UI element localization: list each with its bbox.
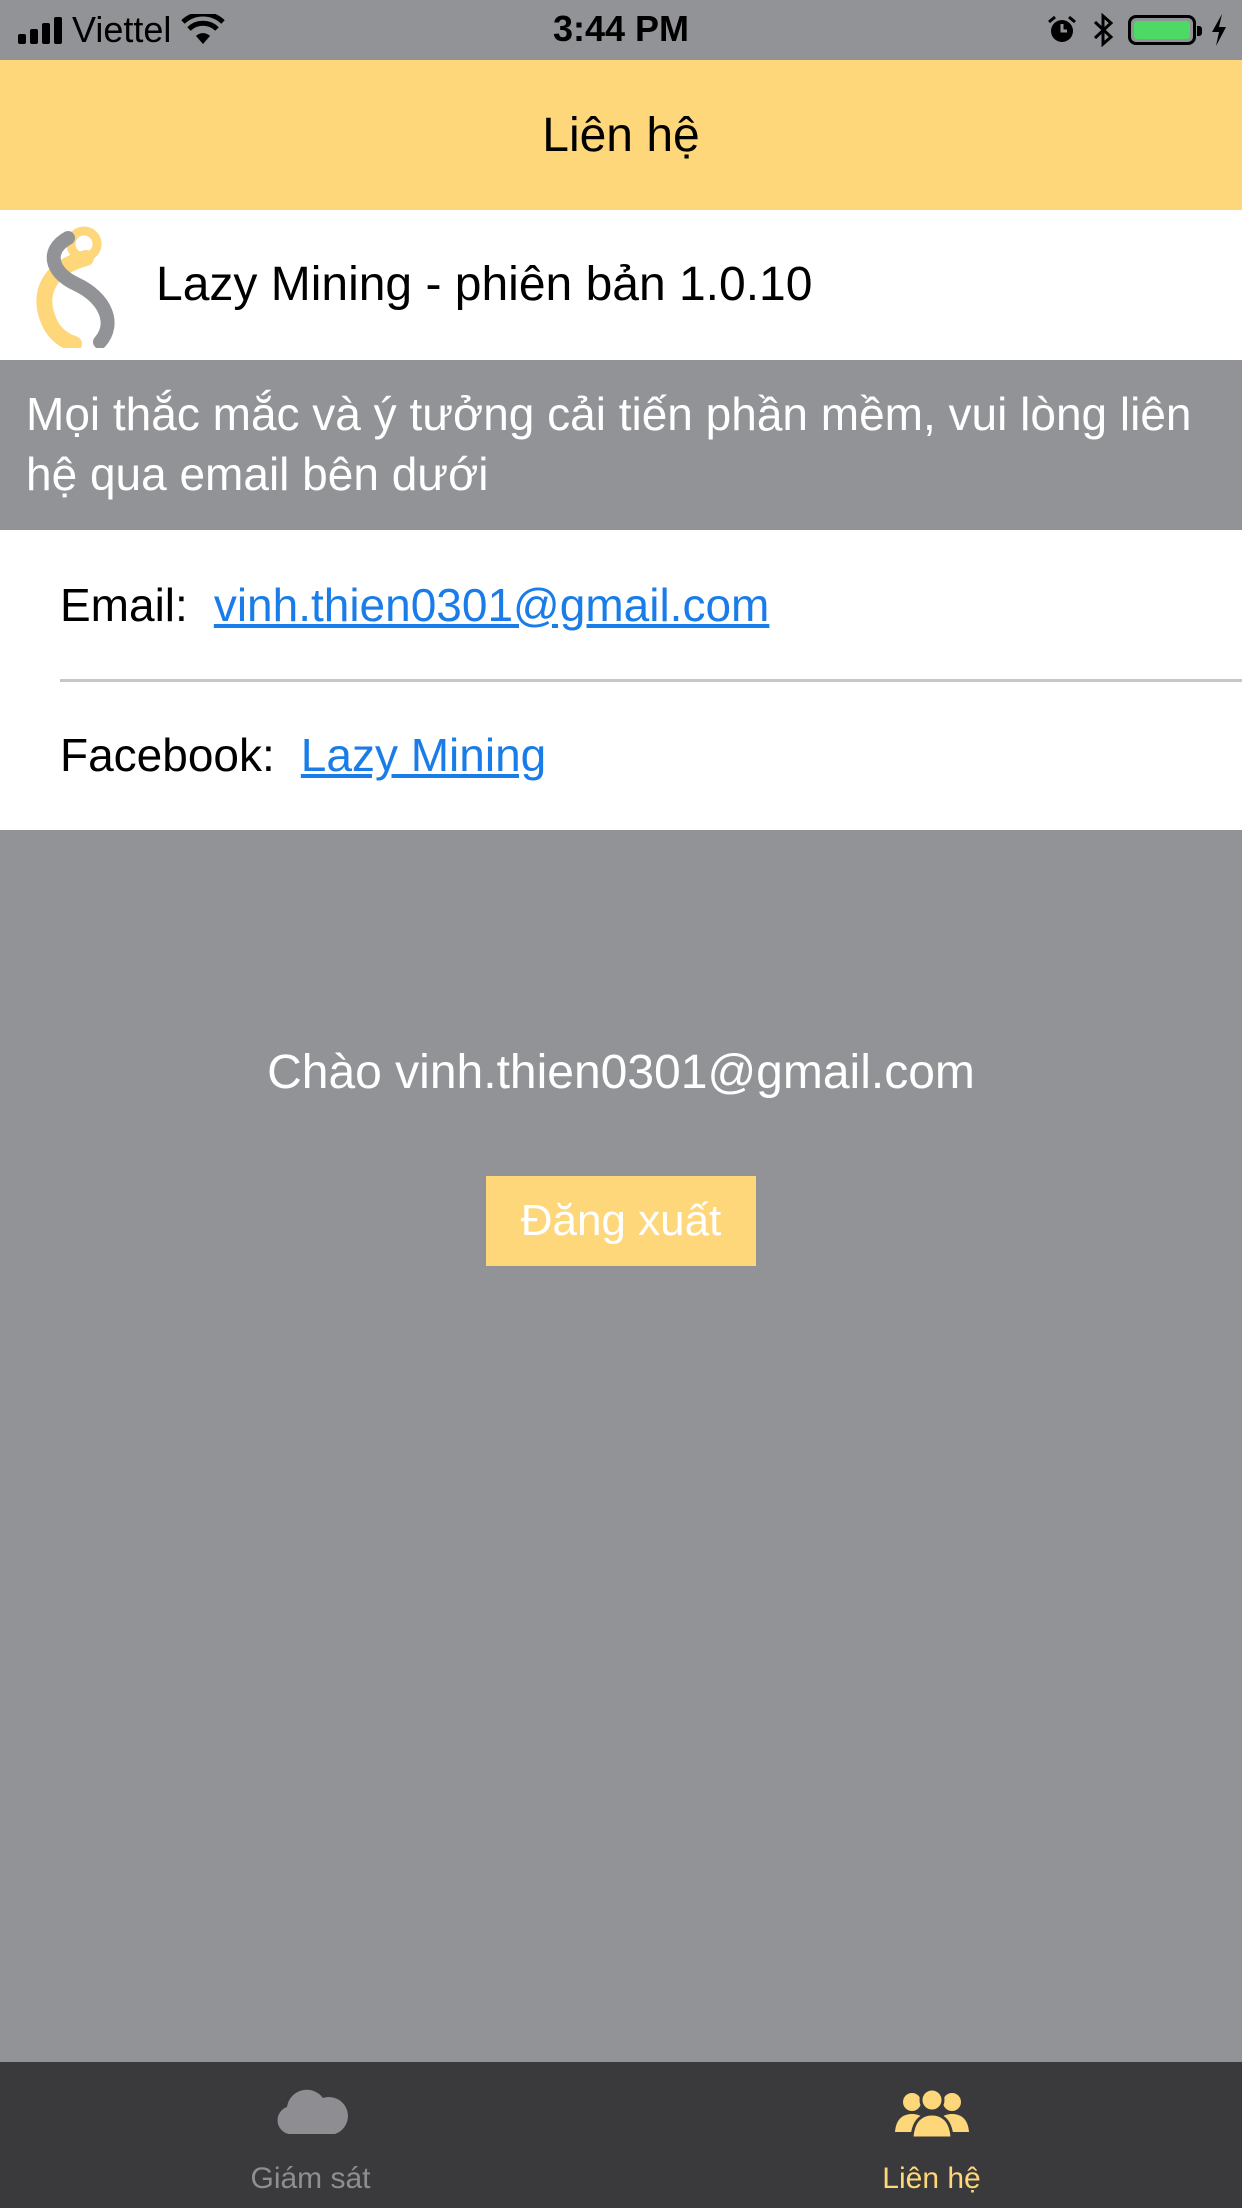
tab-monitor[interactable]: Giám sát <box>0 2062 621 2208</box>
charging-icon <box>1212 14 1226 46</box>
email-row: Email: vinh.thien0301@gmail.com <box>60 530 769 680</box>
alarm-icon <box>1048 15 1076 42</box>
contact-card: Email: vinh.thien0301@gmail.com Facebook… <box>0 530 1242 830</box>
app-version-title: Lazy Mining - phiên bản 1.0.10 <box>156 258 813 311</box>
tab-contact[interactable]: Liên hệ <box>621 2062 1242 2208</box>
app-logo-icon <box>36 226 115 348</box>
battery-level <box>1134 21 1190 39</box>
tab-bar: Giám sát Liên hệ <box>0 2062 1242 2208</box>
logout-button[interactable]: Đăng xuất <box>486 1176 756 1266</box>
facebook-row: Facebook: Lazy Mining <box>60 680 546 830</box>
bluetooth-icon <box>1093 13 1114 47</box>
facebook-link[interactable]: Lazy Mining <box>301 728 546 782</box>
info-banner: Mọi thắc mắc và ý tưởng cải tiến phần mề… <box>0 360 1242 530</box>
facebook-label: Facebook: <box>60 729 275 781</box>
email-label: Email: <box>60 579 188 631</box>
battery-icon <box>1128 15 1202 45</box>
tab-monitor-label: Giám sát <box>250 2162 371 2195</box>
tab-contact-label: Liên hệ <box>882 2162 981 2195</box>
email-link[interactable]: vinh.thien0301@gmail.com <box>214 578 770 632</box>
greeting-text: Chào vinh.thien0301@gmail.com <box>267 1046 975 1099</box>
status-right <box>1046 10 1228 50</box>
people-icon <box>894 2087 969 2140</box>
app-info-row: Lazy Mining - phiên bản 1.0.10 <box>0 210 1242 360</box>
cloud-icon <box>277 2089 348 2134</box>
status-bar: Viettel 3:44 PM <box>0 0 1242 60</box>
nav-bar: Liên hệ <box>0 60 1242 210</box>
page-title: Liên hệ <box>542 108 700 162</box>
